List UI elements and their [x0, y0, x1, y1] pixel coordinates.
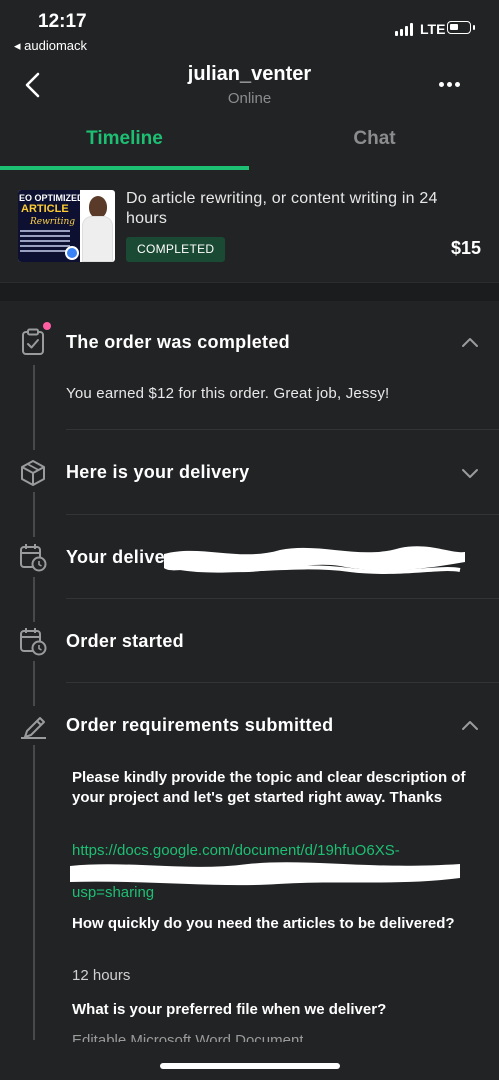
- chevron-up-icon[interactable]: [458, 331, 482, 355]
- section-divider: [0, 282, 499, 301]
- tab-chat[interactable]: Chat: [250, 118, 499, 170]
- earnings-message: You earned $12 for this order. Great job…: [66, 385, 390, 402]
- timeline-connector: [33, 745, 35, 1040]
- thumbnail-text-1: EO OPTIMIZED: [19, 193, 84, 203]
- active-tab-indicator: [0, 166, 249, 170]
- tab-timeline[interactable]: Timeline: [0, 118, 249, 170]
- notification-dot: [43, 322, 51, 330]
- more-dots-icon: [438, 81, 444, 87]
- pencil-icon: [21, 717, 46, 739]
- requirement-answer: 12 hours: [72, 967, 131, 984]
- timeline-connector: [33, 577, 35, 622]
- chevron-up-icon[interactable]: [458, 714, 482, 738]
- timeline-event-title[interactable]: The order was completed: [66, 332, 290, 353]
- status-bar: 12:17 ◂ audiomack LTE: [0, 0, 499, 58]
- calendar-clock-icon: [20, 544, 47, 572]
- clock: 12:17: [38, 11, 87, 32]
- gig-title[interactable]: Do article rewriting, or content writing…: [126, 189, 456, 229]
- signal-icon: [395, 23, 413, 36]
- box-icon: [21, 460, 45, 486]
- gig-thumbnail[interactable]: EO OPTIMIZED ARTICLE Rewriting: [18, 190, 115, 262]
- timeline-connector: [33, 661, 35, 706]
- timeline-event-title[interactable]: Your delive: [66, 547, 165, 568]
- timeline-event-title[interactable]: Here is your delivery: [66, 462, 249, 483]
- seller-photo: [80, 196, 115, 262]
- divider: [66, 429, 499, 430]
- requirement-question: Please kindly provide the topic and clea…: [72, 769, 466, 806]
- clipboard-check-icon: [22, 328, 44, 355]
- timeline-connector: [33, 492, 35, 537]
- home-indicator[interactable]: [160, 1063, 340, 1069]
- calendar-clock-icon: [20, 628, 47, 656]
- timeline-event-title[interactable]: Order started: [66, 631, 184, 652]
- more-options-button[interactable]: [432, 72, 466, 96]
- divider: [66, 514, 499, 515]
- back-to-app-link[interactable]: ◂ audiomack: [14, 38, 87, 54]
- thumbnail-text-3: Rewriting: [30, 217, 76, 227]
- chevron-down-icon[interactable]: [458, 461, 482, 485]
- requirement-question: What is your preferred file when we deli…: [72, 1001, 387, 1018]
- divider: [66, 682, 499, 683]
- redaction-scribble: [164, 546, 465, 574]
- online-status: Online: [227, 90, 272, 107]
- requirement-question: How quickly do you need the articles to …: [72, 915, 455, 932]
- divider: [66, 598, 499, 599]
- verified-badge-icon: [65, 246, 79, 260]
- requirement-link-end[interactable]: usp=sharing: [72, 882, 472, 903]
- timeline-event-title[interactable]: Order requirements submitted: [66, 715, 333, 736]
- conversation-username[interactable]: julian_venter: [0, 63, 499, 86]
- thumbnail-text-2: ARTICLE: [21, 203, 69, 215]
- timeline-connector: [33, 365, 35, 450]
- order-price: $15: [450, 238, 481, 258]
- status-badge: COMPLETED: [126, 237, 226, 262]
- network-label: LTE: [420, 21, 446, 37]
- battery-icon: [447, 21, 475, 34]
- requirement-answer: Editable Microsoft Word Document: [72, 1032, 304, 1042]
